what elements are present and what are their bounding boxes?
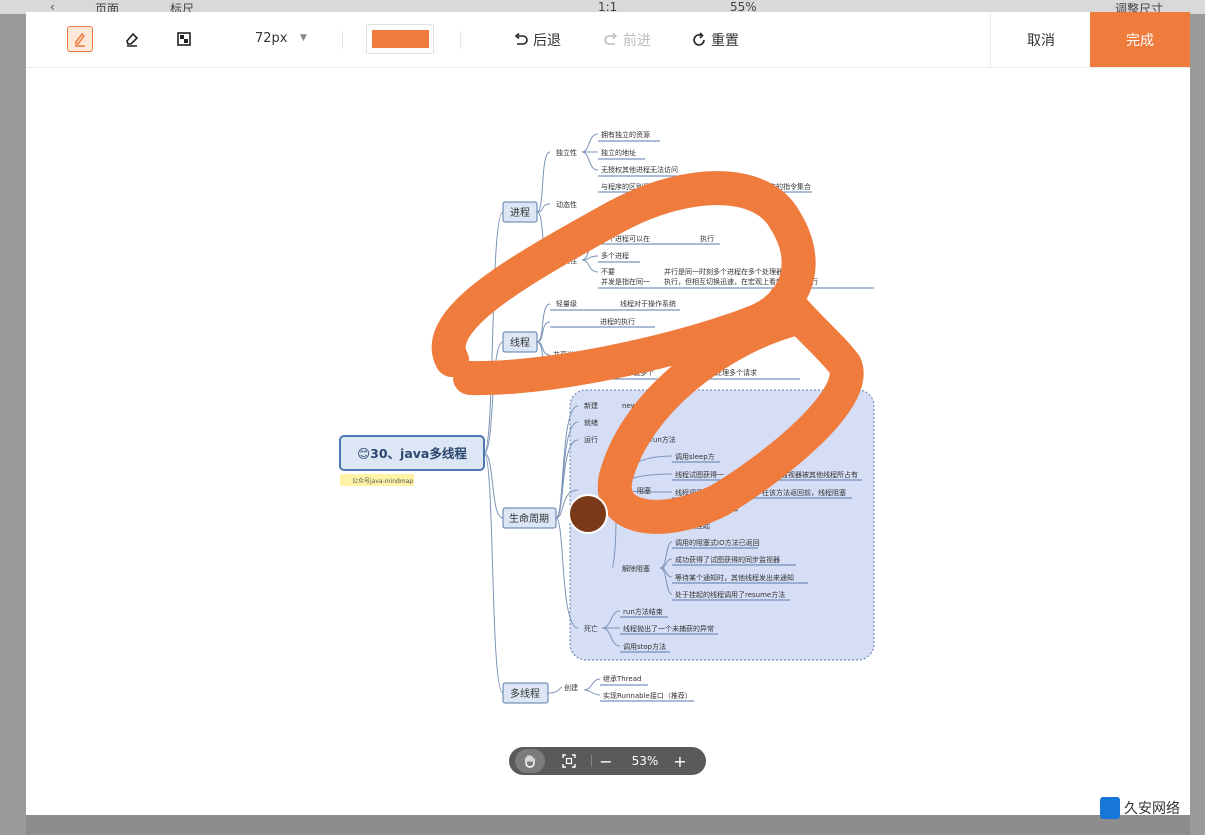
image-annotation-dialog: 72px ▼ 后退 前进 重置 取消 完成 😊30、java多线程 公众号jav… (26, 12, 1190, 815)
annotation-toolbar: 72px ▼ 后退 前进 重置 取消 完成 (26, 12, 1190, 68)
pen-tool-button[interactable] (67, 26, 93, 52)
mm-no-access: 无授权其他进程无法访问 (601, 165, 678, 174)
mm-c2: 实现Runnable接口（推荐） (603, 691, 692, 700)
mm-dynamic: 动态性 (556, 200, 577, 209)
mm-d1: run方法结束 (623, 607, 663, 616)
brush-size-select[interactable]: 72px ▼ (255, 31, 307, 46)
mm-not-same: 不要 (601, 268, 615, 276)
done-label: 完成 (1126, 32, 1154, 49)
mosaic-tool-button[interactable] (171, 26, 197, 52)
mm-u1: 调用的阻塞式IO方法已返回 (675, 538, 760, 547)
done-button[interactable]: 完成 (1090, 12, 1190, 67)
fit-screen-button[interactable] (555, 747, 583, 775)
mm-parallel-b: 并发是指在同一 (601, 277, 650, 286)
undo-button[interactable]: 后退 (513, 30, 561, 50)
background-bottom (26, 815, 1190, 835)
background-left-panel (0, 14, 26, 835)
mm-ready: 就绪 (584, 418, 598, 427)
branch-thread-label: 线程 (510, 336, 530, 349)
annotation-canvas[interactable]: 😊30、java多线程 公众号java-mindmap 进程 线程 生命周期 多… (26, 68, 1190, 815)
color-swatch (372, 30, 429, 48)
branch-multithread-label: 多线程 (510, 687, 540, 700)
root-label: 😊30、java多线程 (357, 446, 467, 461)
hand-icon (525, 755, 535, 768)
zoom-out-button[interactable]: − (595, 747, 617, 775)
chevron-down-icon: ▼ (300, 33, 307, 43)
mm-d3: 调用stop方法 (623, 642, 666, 651)
cancel-label: 取消 (1027, 32, 1055, 49)
mm-own-resources: 拥有独立的资源 (601, 130, 650, 139)
redo-icon (604, 32, 618, 45)
branch-lifecycle-label: 生命周期 (509, 512, 549, 525)
brush-cursor (568, 494, 608, 534)
mm-u3: 等待某个通知时，其他线程发出来通知 (675, 573, 794, 582)
mm-u4: 处于挂起的线程调用了resume方法 (675, 590, 785, 599)
pan-hand-button[interactable] (515, 749, 545, 773)
pen-icon (75, 32, 85, 47)
mm-c1: 继承Thread (603, 674, 641, 683)
zoom-level: 53% (631, 754, 659, 768)
mm-u2: 成功获得了试图获得的同步监视器 (675, 555, 780, 564)
branch-process-label: 进程 (510, 207, 530, 219)
zoom-controls: − 53% + (509, 747, 706, 775)
redo-label: 前进 (623, 33, 651, 49)
cancel-button[interactable]: 取消 (990, 12, 1091, 67)
mm-lightweight-tail: 线程对于操作系统 (620, 299, 676, 308)
mm-running-tail: run方法 (650, 435, 676, 444)
reset-label: 重置 (711, 33, 739, 49)
mm-b2: 线程试图获得一 (675, 470, 724, 479)
mm-independence: 独立性 (556, 148, 577, 157)
mm-running: 运行 (584, 435, 598, 444)
mm-lightweight: 轻量级 (556, 299, 577, 308)
watermark: 久安网络 (1100, 797, 1180, 819)
watermark-logo (1100, 797, 1120, 819)
mm-parallel-a: 并行是同一时刻多个进程在多个处理器上 (664, 267, 790, 276)
minus-icon: − (599, 751, 613, 771)
mm-multi-proc: 多个进程 (601, 251, 629, 260)
background-right-panel (1190, 14, 1205, 835)
mm-b3-tail: 在该方法返回前，线程阻塞 (762, 488, 846, 497)
watermark-text: 久安网络 (1124, 801, 1180, 817)
mm-process-exec: 进程的执行 (600, 317, 635, 326)
mm-new: 新建 (584, 401, 598, 410)
mosaic-icon (177, 32, 191, 46)
eraser-icon (126, 32, 139, 47)
mm-own-address: 独立的地址 (601, 148, 636, 157)
brush-size-value: 72px (255, 31, 288, 46)
mm-create: 创建 (564, 683, 578, 692)
zoom-divider (591, 755, 592, 767)
mm-b1: 调用sleep方 (675, 452, 715, 461)
mm-dead: 死亡 (584, 624, 598, 633)
mm-d2: 线程抛出了一个未捕获的异常 (623, 624, 714, 633)
toolbar-divider (460, 31, 461, 49)
fit-screen-icon (562, 754, 576, 768)
mindmap-image: 😊30、java多线程 公众号java-mindmap 进程 线程 生命周期 多… (339, 130, 875, 704)
reset-button[interactable]: 重置 (691, 30, 739, 50)
mm-can-exec-tail: 执行 (700, 234, 714, 243)
reset-icon (693, 32, 705, 46)
color-picker[interactable] (366, 24, 434, 54)
plus-icon: + (673, 751, 687, 771)
undo-label: 后退 (533, 33, 561, 49)
toolbar-divider (342, 31, 343, 49)
eraser-tool-button[interactable] (119, 26, 145, 52)
root-note: 公众号java-mindmap (352, 478, 413, 485)
zoom-in-button[interactable]: + (669, 747, 691, 775)
undo-icon (514, 32, 528, 45)
redo-button[interactable]: 前进 (603, 30, 651, 50)
mm-blocked: 阻塞 (637, 486, 651, 495)
mm-unblock: 解除阻塞 (622, 564, 650, 573)
